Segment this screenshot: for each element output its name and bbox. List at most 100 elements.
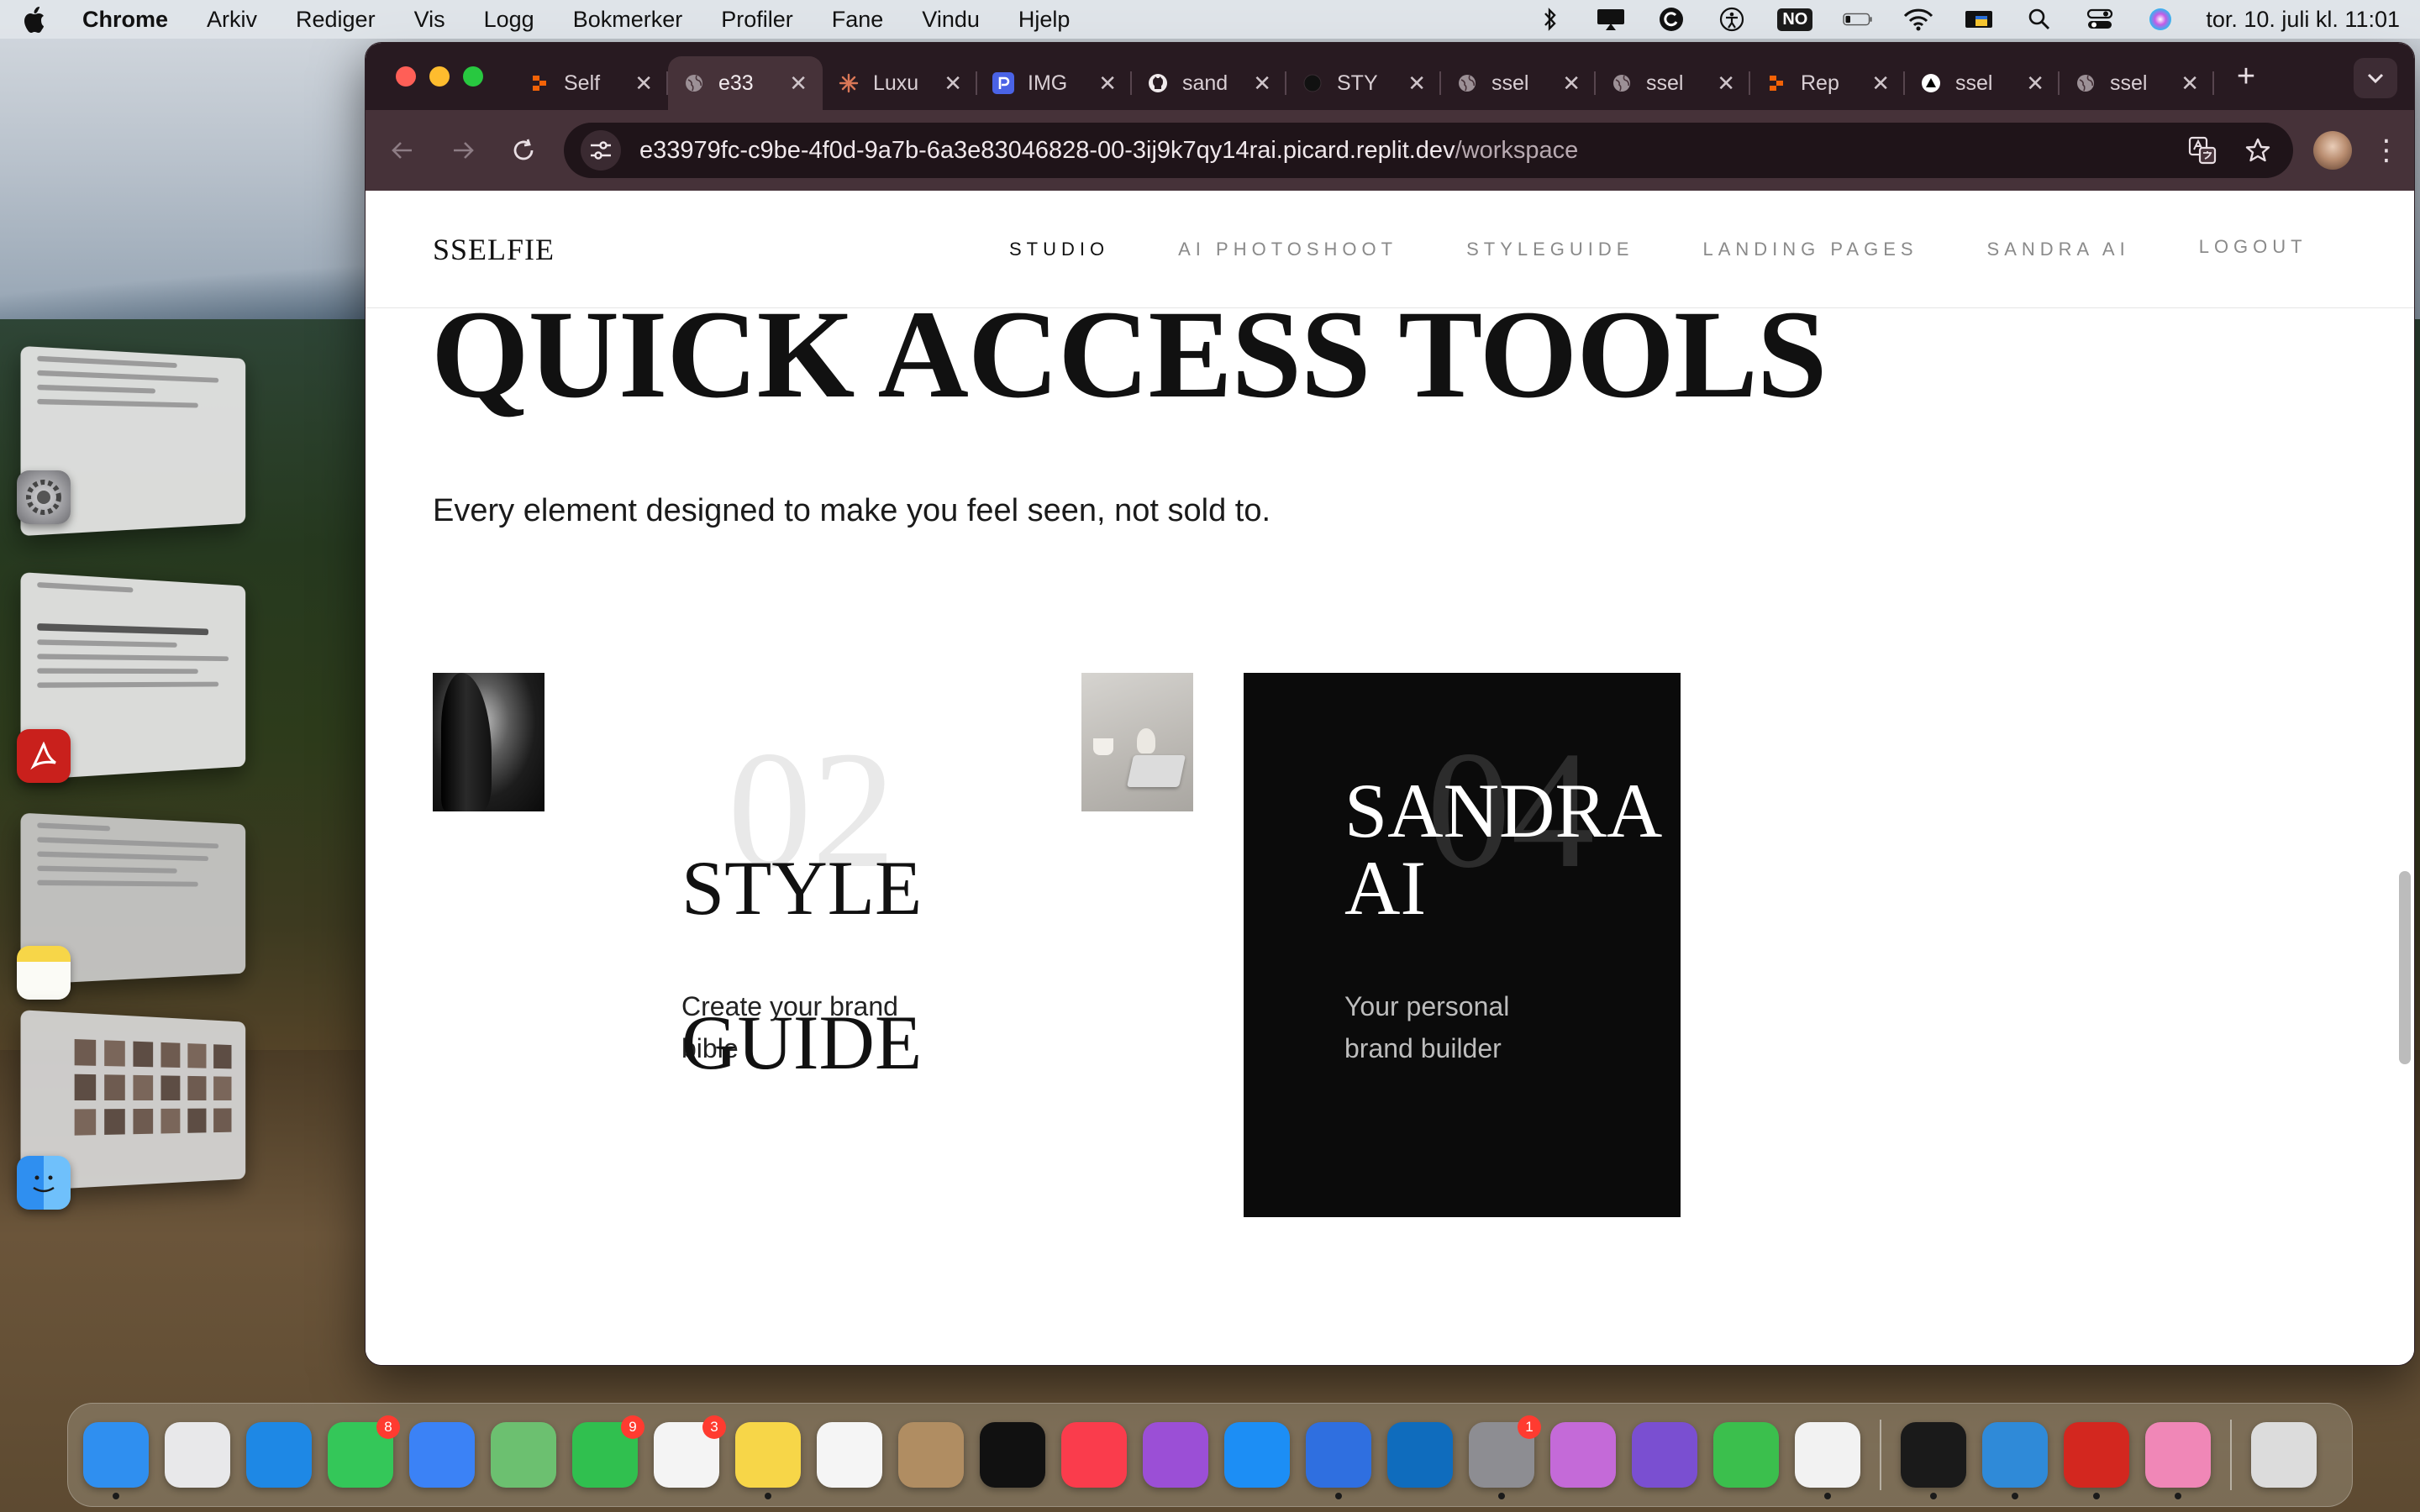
zoom-window-button[interactable] [463,66,483,87]
forward-button[interactable] [443,130,483,171]
menu-app-name[interactable]: Chrome [82,7,168,33]
address-bar[interactable]: e33979fc-c9be-4f0d-9a7b-6a3e83046828-00-… [564,123,2293,178]
trash-icon[interactable] [2251,1422,2317,1488]
keynote-pink-icon[interactable] [2145,1422,2211,1499]
site-info-icon[interactable] [581,130,621,171]
close-tab-icon[interactable]: ✕ [2181,71,2199,97]
maps-icon[interactable] [491,1422,556,1488]
freeform-icon[interactable] [817,1422,882,1488]
close-tab-icon[interactable]: ✕ [1871,71,1890,97]
translate-icon[interactable] [2184,132,2221,169]
nav-styleguide[interactable]: STYLEGUIDE [1466,239,1634,260]
music-icon[interactable] [1061,1422,1127,1488]
site-logo[interactable]: SSELFIE [433,232,555,267]
browser-tab[interactable]: Rep ✕ [1750,56,1905,110]
outlook-icon[interactable] [1387,1422,1453,1488]
messages-icon[interactable]: 8 [328,1415,400,1488]
accessibility-icon[interactable] [1717,7,1747,32]
browser-tab[interactable]: e33 ✕ [668,56,823,110]
close-tab-icon[interactable]: ✕ [1407,71,1426,97]
menu-vis[interactable]: Vis [414,7,445,33]
app-store-icon[interactable] [1224,1422,1290,1488]
reload-button[interactable] [503,130,544,171]
menu-hjelp[interactable]: Hjelp [1018,7,1071,33]
system-settings-icon[interactable]: 1 [1469,1415,1541,1499]
close-tab-icon[interactable]: ✕ [1098,71,1117,97]
menu-logg[interactable]: Logg [484,7,534,33]
menu-profiler[interactable]: Profiler [721,7,793,33]
bookmark-star-icon[interactable] [2239,132,2276,169]
control-center-icon[interactable] [2085,7,2115,32]
close-tab-icon[interactable]: ✕ [1562,71,1581,97]
nav-ai-photoshoot[interactable]: AI PHOTOSHOOT [1178,239,1397,260]
browser-tab[interactable]: ssel ✕ [1441,56,1596,110]
notes-icon[interactable] [17,946,71,1000]
nav-landing-pages[interactable]: LANDING PAGES [1702,239,1918,260]
close-window-button[interactable] [396,66,416,87]
battery-icon[interactable] [1843,7,1873,32]
podcasts-icon[interactable] [1143,1422,1208,1488]
mail-icon[interactable] [409,1422,475,1488]
cursor-icon[interactable] [1901,1422,1966,1499]
menu-rediger[interactable]: Rediger [296,7,376,33]
browser-tab[interactable]: Luxu ✕ [823,56,977,110]
reminders-icon[interactable]: 3 [654,1415,726,1488]
finder-icon[interactable] [83,1422,149,1499]
facetime-icon[interactable]: 9 [572,1415,644,1488]
launchpad-icon[interactable] [165,1422,230,1488]
safari-icon[interactable] [246,1422,312,1488]
menu-fane[interactable]: Fane [832,7,884,33]
notes-icon[interactable] [735,1422,801,1499]
more-menu-icon[interactable]: ⋮ [2372,134,2401,167]
acrobat-icon[interactable] [17,729,71,783]
sandra-ai-card[interactable]: 04 SANDRA AI Your personal brand builder [1244,673,1681,1217]
styleguide-card[interactable]: 02 STYLE GUIDE Create your brand bible [581,673,1018,1217]
new-tab-button[interactable]: + [2229,59,2263,95]
wifi-icon[interactable] [1903,7,1933,32]
close-tab-icon[interactable]: ✕ [2026,71,2044,97]
nav-sandra-ai[interactable]: SANDRA AI [1987,239,2130,260]
contacts-icon[interactable] [898,1422,964,1488]
chrome-icon[interactable] [1795,1422,1860,1499]
input-source-badge[interactable]: NO [1777,8,1813,31]
minimize-window-button[interactable] [429,66,450,87]
system-settings-icon[interactable] [17,470,71,524]
keynote-icon[interactable] [1550,1422,1616,1488]
bluetooth-icon[interactable] [1535,7,1565,32]
nav-logout[interactable]: LOGOUT [2199,236,2307,258]
menu-arkiv[interactable]: Arkiv [207,7,257,33]
menubar-clock[interactable]: tor. 10. juli kl. 11:01 [2206,7,2400,33]
siri-icon[interactable] [2145,7,2175,32]
close-tab-icon[interactable]: ✕ [1717,71,1735,97]
github-desktop-icon[interactable] [1632,1422,1697,1488]
menu-bokmerker[interactable]: Bokmerker [573,7,683,33]
browser-tab[interactable]: ssel ✕ [2060,56,2214,110]
page-scrollbar[interactable] [2399,871,2411,1064]
screens-icon[interactable] [1306,1422,1371,1499]
close-tab-icon[interactable]: ✕ [1253,71,1271,97]
close-tab-icon[interactable]: ✕ [944,71,962,97]
apple-tv-icon[interactable] [980,1422,1045,1488]
apple-menu-icon[interactable] [20,5,49,34]
browser-tab[interactable]: sand ✕ [1132,56,1286,110]
profile-avatar[interactable] [2313,131,2352,170]
browser-tab[interactable]: ssel ✕ [1905,56,2060,110]
vpn-flag-icon[interactable] [1964,7,1994,32]
menu-vindu[interactable]: Vindu [922,7,980,33]
tab-search-button[interactable] [2354,58,2397,98]
browser-tab[interactable]: STY ✕ [1286,56,1441,110]
back-button[interactable] [382,130,423,171]
grammarly-icon[interactable] [1656,7,1686,32]
browser-tab[interactable]: Self ✕ [513,56,668,110]
airplay-display-icon[interactable] [1596,7,1626,32]
spotlight-search-icon[interactable] [2024,7,2054,32]
numbers-icon[interactable] [1713,1422,1779,1488]
browser-tab[interactable]: IMG ✕ [977,56,1132,110]
finder-icon[interactable] [17,1156,71,1210]
browser-tab[interactable]: ssel ✕ [1596,56,1750,110]
nav-studio[interactable]: STUDIO [1009,239,1109,260]
acrobat-icon[interactable] [2064,1422,2129,1499]
vscode-icon[interactable] [1982,1422,2048,1499]
close-tab-icon[interactable]: ✕ [789,71,808,97]
close-tab-icon[interactable]: ✕ [634,71,653,97]
